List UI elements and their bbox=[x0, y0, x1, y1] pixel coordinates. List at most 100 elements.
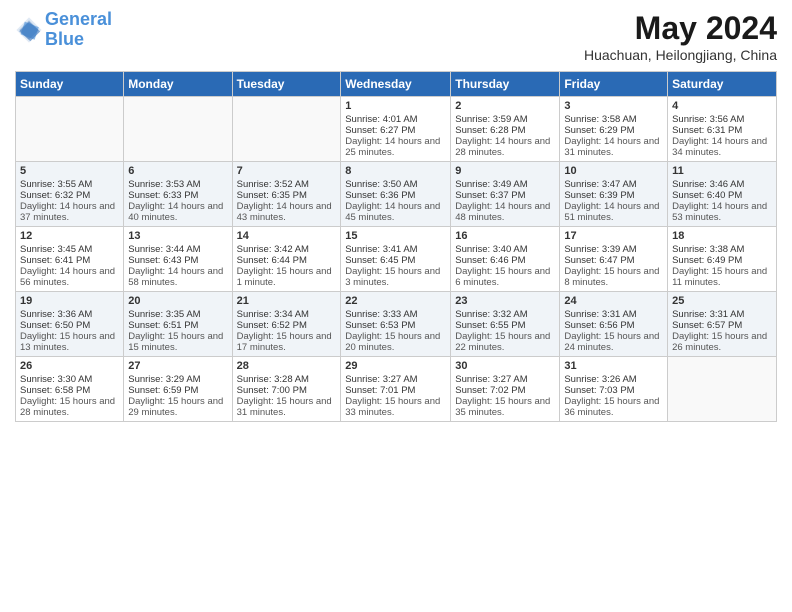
day-number: 26 bbox=[20, 360, 119, 372]
day-cell: 11Sunrise: 3:46 AMSunset: 6:40 PMDayligh… bbox=[668, 162, 777, 227]
sunrise-text: Sunrise: 3:52 AM bbox=[237, 179, 337, 190]
daylight-text: Daylight: 14 hours and 31 minutes. bbox=[564, 136, 663, 158]
daylight-text: Daylight: 15 hours and 20 minutes. bbox=[345, 331, 446, 353]
calendar-table: SundayMondayTuesdayWednesdayThursdayFrid… bbox=[15, 71, 777, 422]
sunset-text: Sunset: 6:46 PM bbox=[455, 255, 555, 266]
day-cell bbox=[232, 97, 341, 162]
day-cell: 14 Sunrise: 3:42 AMSunset: 6:44 PMDayligh… bbox=[232, 227, 341, 292]
day-number: 10 bbox=[564, 165, 663, 177]
sunset-text: Sunset: 6:28 PM bbox=[455, 125, 555, 136]
day-cell: 4Sunrise: 3:56 AMSunset: 6:31 PMDaylight… bbox=[668, 97, 777, 162]
sunset-text: Sunset: 6:47 PM bbox=[564, 255, 663, 266]
sunset-text: Sunset: 6:32 PM bbox=[20, 190, 119, 201]
day-cell: 23Sunrise: 3:32 AMSunset: 6:55 PMDayligh… bbox=[451, 292, 560, 357]
sunrise-text: Sunrise: 3:28 AM bbox=[237, 374, 337, 385]
day-number: 29 bbox=[345, 360, 446, 372]
day-number: 27 bbox=[128, 360, 227, 372]
daylight-text: Daylight: 15 hours and 1 minute. bbox=[237, 266, 337, 288]
week-row-2: 5Sunrise: 3:55 AMSunset: 6:32 PMDaylight… bbox=[16, 162, 777, 227]
week-row-4: 19Sunrise: 3:36 AMSunset: 6:50 PMDayligh… bbox=[16, 292, 777, 357]
sunset-text: Sunset: 6:59 PM bbox=[128, 385, 227, 396]
month-title: May 2024 bbox=[584, 10, 777, 47]
day-number: 12 bbox=[20, 230, 119, 242]
day-number: 6 bbox=[128, 165, 227, 177]
sunset-text: Sunset: 6:29 PM bbox=[564, 125, 663, 136]
day-number: 31 bbox=[564, 360, 663, 372]
sunset-text: Sunset: 6:37 PM bbox=[455, 190, 555, 201]
day-number: 1 bbox=[345, 100, 446, 112]
sunrise-text: Sunrise: 3:41 AM bbox=[345, 244, 446, 255]
day-cell: 28 Sunrise: 3:28 AMSunset: 7:00 PMDayligh… bbox=[232, 357, 341, 422]
day-number: 13 bbox=[128, 230, 227, 242]
day-number: 11 bbox=[672, 165, 772, 177]
day-cell: 13Sunrise: 3:44 AMSunset: 6:43 PMDayligh… bbox=[124, 227, 232, 292]
day-cell: 18Sunrise: 3:38 AMSunset: 6:49 PMDayligh… bbox=[668, 227, 777, 292]
day-number: 28 bbox=[237, 360, 337, 372]
sunset-text: Sunset: 6:39 PM bbox=[564, 190, 663, 201]
daylight-text: Daylight: 14 hours and 25 minutes. bbox=[345, 136, 446, 158]
day-number: 14 bbox=[237, 230, 337, 242]
sunrise-text: Sunrise: 4:01 AM bbox=[345, 114, 446, 125]
sunset-text: Sunset: 6:31 PM bbox=[672, 125, 772, 136]
day-number: 21 bbox=[237, 295, 337, 307]
sunset-text: Sunset: 7:03 PM bbox=[564, 385, 663, 396]
daylight-text: Daylight: 14 hours and 28 minutes. bbox=[455, 136, 555, 158]
day-cell: 5Sunrise: 3:55 AMSunset: 6:32 PMDaylight… bbox=[16, 162, 124, 227]
day-cell: 29Sunrise: 3:27 AMSunset: 7:01 PMDayligh… bbox=[341, 357, 451, 422]
day-cell: 31 Sunrise: 3:26 AMSunset: 7:03 PMDayligh… bbox=[560, 357, 668, 422]
day-cell: 8Sunrise: 3:50 AMSunset: 6:36 PMDaylight… bbox=[341, 162, 451, 227]
sunrise-text: Sunrise: 3:47 AM bbox=[564, 179, 663, 190]
day-cell: 15Sunrise: 3:41 AMSunset: 6:45 PMDayligh… bbox=[341, 227, 451, 292]
sunset-text: Sunset: 7:00 PM bbox=[237, 385, 337, 396]
col-header-friday: Friday bbox=[560, 72, 668, 97]
sunrise-text: Sunrise: 3:30 AM bbox=[20, 374, 119, 385]
day-number: 30 bbox=[455, 360, 555, 372]
sunset-text: Sunset: 6:50 PM bbox=[20, 320, 119, 331]
sunset-text: Sunset: 6:40 PM bbox=[672, 190, 772, 201]
sunrise-text: Sunrise: 3:46 AM bbox=[672, 179, 772, 190]
logo: General Blue bbox=[15, 10, 112, 50]
sunrise-text: Sunrise: 3:58 AM bbox=[564, 114, 663, 125]
sunrise-text: Sunrise: 3:29 AM bbox=[128, 374, 227, 385]
day-number: 19 bbox=[20, 295, 119, 307]
day-cell: 27 Sunrise: 3:29 AMSunset: 6:59 PMDayligh… bbox=[124, 357, 232, 422]
sunrise-text: Sunrise: 3:55 AM bbox=[20, 179, 119, 190]
daylight-text: Daylight: 14 hours and 34 minutes. bbox=[672, 136, 772, 158]
sunrise-text: Sunrise: 3:27 AM bbox=[455, 374, 555, 385]
daylight-text: Daylight: 15 hours and 36 minutes. bbox=[564, 396, 663, 418]
day-number: 24 bbox=[564, 295, 663, 307]
week-row-1: 1Sunrise: 4:01 AMSunset: 6:27 PMDaylight… bbox=[16, 97, 777, 162]
day-number: 15 bbox=[345, 230, 446, 242]
day-cell: 21 Sunrise: 3:34 AMSunset: 6:52 PMDayligh… bbox=[232, 292, 341, 357]
sunrise-text: Sunrise: 3:44 AM bbox=[128, 244, 227, 255]
sunset-text: Sunset: 6:58 PM bbox=[20, 385, 119, 396]
day-number: 9 bbox=[455, 165, 555, 177]
daylight-text: Daylight: 15 hours and 22 minutes. bbox=[455, 331, 555, 353]
sunset-text: Sunset: 6:33 PM bbox=[128, 190, 227, 201]
daylight-text: Daylight: 15 hours and 26 minutes. bbox=[672, 331, 772, 353]
day-cell: 17Sunrise: 3:39 AMSunset: 6:47 PMDayligh… bbox=[560, 227, 668, 292]
sunset-text: Sunset: 6:44 PM bbox=[237, 255, 337, 266]
sunrise-text: Sunrise: 3:26 AM bbox=[564, 374, 663, 385]
daylight-text: Daylight: 15 hours and 17 minutes. bbox=[237, 331, 337, 353]
col-header-monday: Monday bbox=[124, 72, 232, 97]
header: General Blue May 2024 Huachuan, Heilongj… bbox=[15, 10, 777, 63]
daylight-text: Daylight: 14 hours and 48 minutes. bbox=[455, 201, 555, 223]
day-cell: 12Sunrise: 3:45 AMSunset: 6:41 PMDayligh… bbox=[16, 227, 124, 292]
day-cell: 26Sunrise: 3:30 AMSunset: 6:58 PMDayligh… bbox=[16, 357, 124, 422]
logo-icon bbox=[15, 16, 43, 44]
day-number: 23 bbox=[455, 295, 555, 307]
day-number: 20 bbox=[128, 295, 227, 307]
daylight-text: Daylight: 15 hours and 29 minutes. bbox=[128, 396, 227, 418]
sunrise-text: Sunrise: 3:34 AM bbox=[237, 309, 337, 320]
sunset-text: Sunset: 6:41 PM bbox=[20, 255, 119, 266]
sunset-text: Sunset: 6:57 PM bbox=[672, 320, 772, 331]
sunset-text: Sunset: 7:02 PM bbox=[455, 385, 555, 396]
sunrise-text: Sunrise: 3:40 AM bbox=[455, 244, 555, 255]
sunset-text: Sunset: 6:52 PM bbox=[237, 320, 337, 331]
sunrise-text: Sunrise: 3:42 AM bbox=[237, 244, 337, 255]
logo-blue: Blue bbox=[45, 29, 84, 49]
daylight-text: Daylight: 15 hours and 31 minutes. bbox=[237, 396, 337, 418]
daylight-text: Daylight: 15 hours and 3 minutes. bbox=[345, 266, 446, 288]
day-cell: 19Sunrise: 3:36 AMSunset: 6:50 PMDayligh… bbox=[16, 292, 124, 357]
